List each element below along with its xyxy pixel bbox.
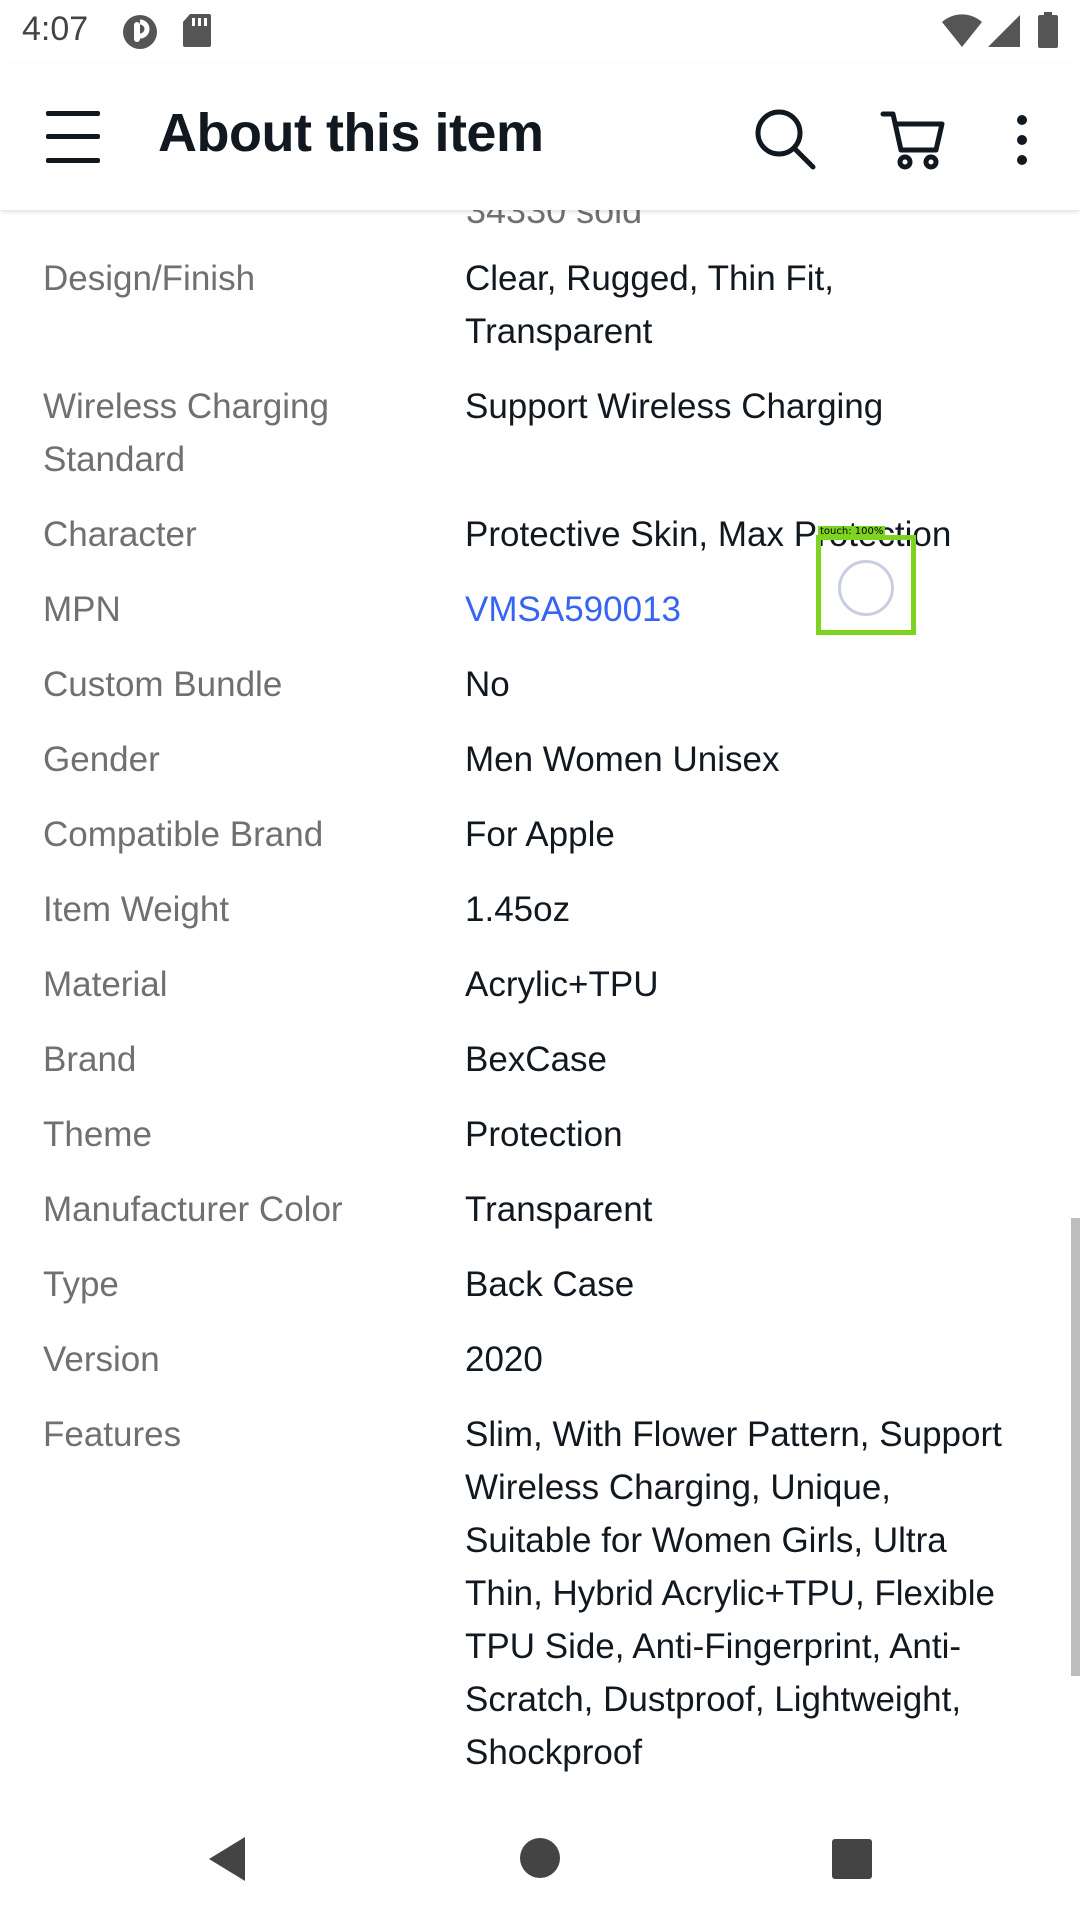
spec-value: Clear, Rugged, Thin Fit, Transparent [465, 259, 834, 351]
spec-label: Type [43, 1265, 119, 1304]
sd-card-icon [183, 14, 211, 47]
page-title: About this item [158, 103, 544, 163]
back-icon[interactable] [205, 1835, 249, 1883]
spec-value: Slim, With Flower Pattern, Support Wirel… [465, 1415, 1002, 1772]
recents-icon[interactable] [832, 1839, 872, 1879]
spec-label: Character [43, 515, 197, 554]
notification-app-icon [123, 15, 157, 49]
wifi-icon [942, 14, 982, 47]
spec-value: Protection [465, 1115, 623, 1154]
spec-row-design-finish: Design/Finish Clear, Rugged, Thin Fit, T… [0, 252, 1080, 380]
search-icon[interactable] [752, 106, 818, 172]
item-specifics-content[interactable]: 34330 sold Design/Finish Clear, Rugged, … [0, 190, 1080, 1790]
spec-label: Gender [43, 740, 160, 779]
spec-value: Back Case [465, 1265, 635, 1304]
spec-value: 2020 [465, 1340, 543, 1379]
more-vert-icon[interactable] [1010, 112, 1034, 168]
touch-indicator-circle [838, 560, 894, 616]
spec-row-wireless-charging: Wireless Charging Standard Support Wirel… [0, 380, 1080, 508]
spec-label: Design/Finish [43, 259, 256, 298]
app-bar: About this item [0, 64, 1080, 210]
spec-row-brand: Brand BexCase [0, 1033, 1080, 1108]
spec-row-item-weight: Item Weight 1.45oz [0, 883, 1080, 958]
spec-label: Material [43, 965, 168, 1004]
spec-label: Manufacturer Color [43, 1190, 343, 1229]
spec-value: Transparent [465, 1190, 653, 1229]
spec-label: Wireless Charging Standard [43, 387, 329, 479]
spec-row-theme: Theme Protection [0, 1108, 1080, 1183]
spec-value: No [465, 665, 510, 704]
status-time: 4:07 [22, 10, 89, 48]
spec-label: Version [43, 1340, 160, 1379]
spec-value: Acrylic+TPU [465, 965, 659, 1004]
spec-label: MPN [43, 590, 121, 629]
spec-label: Theme [43, 1115, 152, 1154]
spec-label: Item Weight [43, 890, 230, 929]
spec-value: BexCase [465, 1040, 608, 1079]
home-icon[interactable] [520, 1838, 560, 1878]
spec-value: Support Wireless Charging [465, 387, 884, 426]
spec-row-material: Material Acrylic+TPU [0, 958, 1080, 1033]
touch-indicator-label: touch: 100% [818, 526, 886, 537]
spec-row-type: Type Back Case [0, 1258, 1080, 1333]
mpn-link[interactable]: VMSA590013 [423, 583, 1023, 636]
spec-row-character: Character Protective Skin, Max Protectio… [0, 508, 1080, 583]
signal-icon [988, 15, 1020, 47]
spec-label: Brand [43, 1040, 137, 1079]
spec-row-mpn: MPN VMSA590013 [0, 583, 1080, 658]
status-bar: 4:07 [0, 0, 1080, 64]
spec-label: Custom Bundle [43, 665, 283, 704]
spec-value: Protective Skin, Max Protection [465, 515, 952, 554]
menu-icon[interactable] [46, 111, 100, 163]
spec-value: Men Women Unisex [465, 740, 780, 779]
spec-row-gender: Gender Men Women Unisex [0, 733, 1080, 808]
spec-row-manufacturer-color: Manufacturer Color Transparent [0, 1183, 1080, 1258]
spec-row-features: Features Slim, With Flower Pattern, Supp… [0, 1408, 1080, 1790]
spec-value: 1.45oz [465, 890, 571, 929]
spec-row-compatible-brand: Compatible Brand For Apple [0, 808, 1080, 883]
spec-label: Compatible Brand [43, 815, 324, 854]
scrollbar[interactable] [1071, 1218, 1080, 1676]
system-nav-bar [0, 1790, 1080, 1920]
spec-row-version: Version 2020 [0, 1333, 1080, 1408]
spec-row-custom-bundle: Custom Bundle No [0, 658, 1080, 733]
spec-value: For Apple [465, 815, 615, 854]
spec-list: Design/Finish Clear, Rugged, Thin Fit, T… [0, 252, 1080, 1790]
spec-label: Features [43, 1415, 182, 1454]
cart-icon[interactable] [880, 106, 946, 172]
battery-icon [1038, 12, 1058, 48]
